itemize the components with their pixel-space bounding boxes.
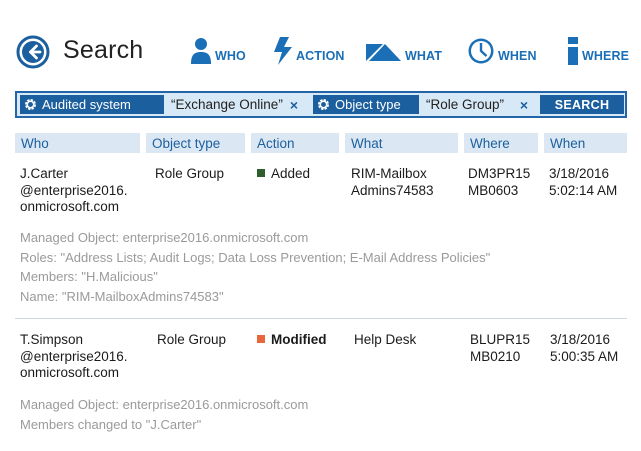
- where-line: MB0603: [468, 182, 519, 198]
- remove-filter-button[interactable]: ×: [517, 96, 531, 114]
- where-line: BLUPR15: [470, 332, 531, 347]
- clock-icon: [467, 37, 495, 70]
- column-header-what[interactable]: What: [345, 133, 458, 153]
- what-line: Help Desk: [354, 332, 417, 347]
- column-header-who[interactable]: Who: [15, 133, 140, 153]
- table-header: Who Object type Action What Where When: [15, 133, 627, 153]
- nav-action-label: ACTION: [296, 49, 345, 63]
- when-line: 5:02:14 AM: [549, 182, 618, 198]
- who-line: @enterprise2016.: [20, 182, 128, 198]
- nav-who[interactable]: WHO: [190, 37, 246, 70]
- where-cell: DM3PR15 MB0603: [468, 166, 530, 199]
- action-label: Added: [271, 166, 311, 181]
- row-details: Managed Object: enterprise2016.onmicroso…: [20, 395, 308, 434]
- row-details: Managed Object: enterprise2016.onmicroso…: [20, 228, 490, 306]
- page-title: Search: [63, 36, 144, 64]
- detail-line: Members: "H.Malicious": [20, 269, 158, 284]
- who-line: onmicrosoft.com: [20, 365, 120, 380]
- column-header-action[interactable]: Action: [251, 133, 339, 153]
- action-cell: Modified: [257, 332, 327, 349]
- person-icon: [190, 37, 212, 70]
- nav-when[interactable]: WHEN: [467, 38, 537, 68]
- action-cell: Added: [257, 166, 310, 183]
- filter-label: Audited system: [42, 97, 131, 112]
- object-type-cell: Role Group: [155, 166, 225, 181]
- action-status-dot: [257, 169, 265, 177]
- location-marker-icon: [567, 36, 579, 71]
- filter-value: “Exchange Online”: [171, 97, 283, 112]
- shapes-icon: [366, 40, 402, 67]
- nav-where[interactable]: WHERE: [567, 36, 630, 71]
- nav-what-label: WHAT: [405, 49, 442, 63]
- when-line: 5:00:35 AM: [550, 348, 619, 364]
- nav-who-label: WHO: [215, 49, 246, 63]
- who-cell: J.Carter @enterprise2016. onmicrosoft.co…: [20, 166, 128, 216]
- where-cell: BLUPR15 MB0210: [470, 332, 530, 365]
- detail-line: Members changed to "J.Carter": [20, 416, 202, 432]
- filter-object-type[interactable]: Object type: [313, 95, 419, 114]
- where-line: DM3PR15: [468, 166, 531, 181]
- what-line: RIM-Mailbox: [351, 166, 427, 181]
- detail-line: Name: "RIM-MailboxAdmins74583": [20, 288, 224, 304]
- nav-when-label: WHEN: [498, 49, 537, 63]
- where-line: MB0210: [470, 348, 521, 364]
- who-line: @enterprise2016.: [20, 348, 128, 364]
- object-type-cell: Role Group: [157, 332, 227, 347]
- lightning-icon: [273, 36, 293, 71]
- back-arrow-icon[interactable]: [16, 35, 50, 69]
- when-line: 3/18/2016: [550, 332, 611, 347]
- detail-line: Roles: "Address Lists; Audit Logs; Data …: [20, 249, 491, 265]
- filter-value: “Role Group”: [426, 97, 505, 112]
- who-line: T.Simpson: [20, 332, 84, 347]
- nav-where-label: WHERE: [582, 49, 630, 63]
- when-line: 3/18/2016: [549, 166, 610, 181]
- who-line: J.Carter: [20, 166, 69, 181]
- row-divider: [15, 318, 627, 319]
- header: Search WHO ACTION WHAT WHEN WHERE: [0, 0, 641, 88]
- what-line: Admins74583: [351, 182, 434, 198]
- what-cell: RIM-Mailbox Admins74583: [351, 166, 434, 199]
- who-line: onmicrosoft.com: [20, 199, 120, 214]
- search-button[interactable]: SEARCH: [540, 95, 624, 114]
- action-status-dot: [257, 335, 265, 343]
- when-cell: 3/18/2016 5:00:35 AM: [550, 332, 618, 365]
- filter-audited-system[interactable]: Audited system: [20, 95, 164, 114]
- nav-action[interactable]: ACTION: [273, 36, 345, 71]
- gear-icon: [25, 99, 36, 110]
- detail-line: Managed Object: enterprise2016.onmicroso…: [20, 230, 309, 245]
- detail-line: Managed Object: enterprise2016.onmicroso…: [20, 397, 309, 412]
- remove-filter-button[interactable]: ×: [287, 96, 301, 114]
- nav-what[interactable]: WHAT: [366, 38, 442, 68]
- column-header-object-type[interactable]: Object type: [146, 133, 245, 153]
- column-header-where[interactable]: Where: [464, 133, 538, 153]
- what-cell: Help Desk: [354, 332, 416, 349]
- action-label: Modified: [271, 332, 327, 347]
- column-header-when[interactable]: When: [544, 133, 627, 153]
- gear-icon: [318, 99, 329, 110]
- filter-label: Object type: [335, 97, 401, 112]
- search-bar: Audited system “Exchange Online” × Objec…: [15, 91, 627, 118]
- who-cell: T.Simpson @enterprise2016. onmicrosoft.c…: [20, 332, 128, 382]
- when-cell: 3/18/2016 5:02:14 AM: [549, 166, 617, 199]
